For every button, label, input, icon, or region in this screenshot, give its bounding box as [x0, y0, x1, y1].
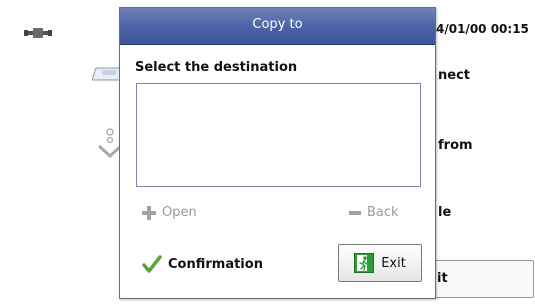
back-button[interactable]: Back	[349, 205, 399, 220]
destination-list[interactable]	[136, 83, 421, 187]
datetime: 4/01/00 00:15	[436, 22, 529, 36]
minus-icon	[349, 210, 361, 215]
confirmation-toggle[interactable]: Confirmation	[142, 254, 263, 274]
plus-icon	[142, 205, 156, 220]
check-icon	[142, 255, 162, 273]
menu-item-le[interactable]: le	[438, 205, 451, 220]
confirmation-label: Confirmation	[168, 256, 263, 272]
background-exit-label: it	[437, 271, 448, 286]
menu-item-from[interactable]: from	[438, 138, 473, 153]
open-button[interactable]: Open	[142, 205, 197, 220]
dialog-title: Copy to	[120, 8, 435, 45]
exit-icon	[354, 253, 375, 273]
back-label: Back	[367, 205, 399, 220]
background-exit-button[interactable]: it	[426, 260, 534, 298]
connector-icon	[24, 28, 52, 38]
destination-prompt: Select the destination	[135, 60, 298, 75]
copy-to-dialog: Copy to Select the destination Open Back…	[119, 7, 436, 299]
exit-label: Exit	[381, 255, 406, 271]
menu-item-connect[interactable]: nect	[438, 68, 470, 83]
open-label: Open	[162, 205, 197, 220]
exit-button[interactable]: Exit	[338, 244, 422, 282]
